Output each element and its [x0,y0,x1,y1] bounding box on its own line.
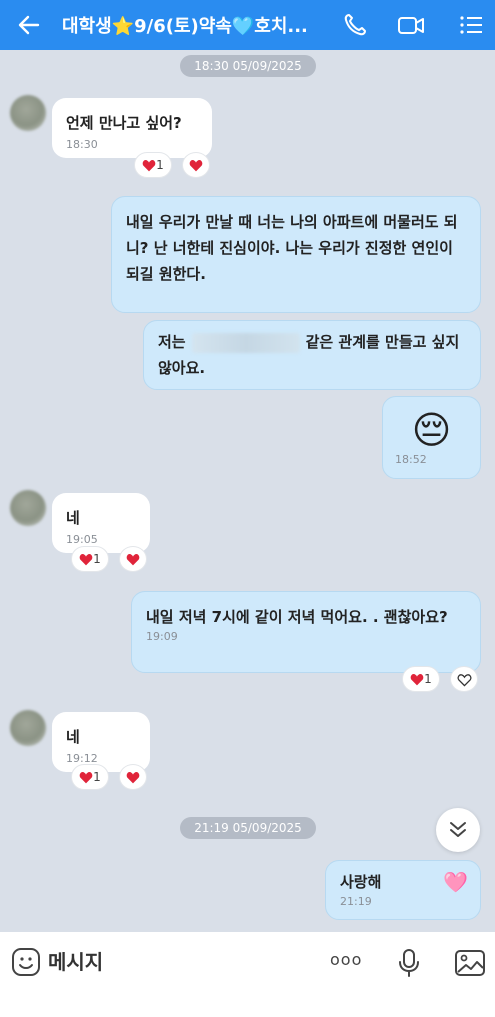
reaction-heart-count[interactable]: 1 [402,666,440,692]
message-bubble-incoming[interactable]: 네 19:05 [52,493,150,553]
chevron-double-down-icon [450,822,466,837]
message-text-before: 저는 [158,333,186,351]
message-bubble-incoming[interactable]: 언제 만나고 싶어? 18:30 [52,98,212,158]
message-time: 19:12 [66,752,98,765]
chat-title[interactable]: 대학생⭐9/6(토)약속🩵호치... [62,12,312,38]
heart-icon [126,772,140,784]
message-time: 19:09 [146,630,178,643]
pensive-face-emoji: 😔 [411,408,452,452]
message-bubble-incoming[interactable]: 네 19:12 [52,712,150,772]
heart-outline-icon [457,673,471,687]
reaction-heart-count[interactable]: 1 [134,152,172,178]
pink-heart-emoji: 🩷 [443,870,468,894]
message-bubble-outgoing[interactable]: 😔 18:52 [382,396,481,479]
reaction-heart-count[interactable]: 1 [71,764,109,790]
message-text: 사랑해 [340,873,382,891]
heart-icon [79,554,93,566]
avatar[interactable] [10,490,46,526]
reaction-count: 1 [93,552,101,566]
reaction-heart-count[interactable]: 1 [71,546,109,572]
image-icon[interactable] [453,946,487,980]
message-text: 언제 만나고 싶어? [66,114,182,132]
menu-icon[interactable] [456,10,486,40]
reaction-count: 1 [93,770,101,784]
message-text: 네 [66,509,80,527]
heart-icon [79,772,93,784]
reaction-count: 1 [156,158,164,172]
message-text: 내일 우리가 만날 때 너는 나의 아파트에 머물러도 되니? 난 너한테 진심… [126,213,458,283]
back-arrow-icon[interactable] [14,10,44,40]
heart-icon [410,674,424,686]
message-time: 21:19 [340,895,372,908]
heart-icon [189,160,203,172]
message-bubble-outgoing[interactable]: 사랑해 🩷 21:19 [325,860,481,920]
message-time: 18:52 [395,453,427,466]
smile-icon[interactable] [10,946,42,978]
chat-area[interactable]: 18:30 05/09/2025 언제 만나고 싶어? 18:30 1 내일 우… [0,50,495,932]
message-time: 18:30 [66,138,98,151]
heart-icon [126,554,140,566]
blurred-text [191,332,300,353]
scroll-to-bottom-button[interactable] [436,808,480,852]
message-input[interactable]: 메시지 [48,947,308,977]
message-text: 네 [66,728,80,746]
chat-header: 대학생⭐9/6(토)약속🩵호치... [0,0,495,50]
message-bubble-outgoing[interactable]: 내일 저녁 7시에 같이 저녁 먹어요. . 괜찮아요? 19:09 [131,591,481,673]
message-bubble-outgoing[interactable]: 저는 같은 관계를 만들고 싶지 않아요. [143,320,481,390]
date-separator: 21:19 05/09/2025 [180,817,316,839]
message-bubble-outgoing[interactable]: 내일 우리가 만날 때 너는 나의 아파트에 머물러도 되니? 난 너한테 진심… [111,196,481,313]
reaction-heart[interactable] [182,152,210,178]
phone-icon[interactable] [340,10,370,40]
more-options-button[interactable]: ooo [330,950,362,969]
message-time: 19:05 [66,533,98,546]
video-call-icon[interactable] [396,10,426,40]
avatar[interactable] [10,95,46,131]
date-separator: 18:30 05/09/2025 [180,55,316,77]
heart-icon [142,160,156,172]
reaction-heart[interactable] [119,546,147,572]
reaction-count: 1 [424,672,432,686]
message-input-bar: 메시지 ooo [0,932,495,1017]
message-text: 내일 저녁 7시에 같이 저녁 먹어요. . 괜찮아요? [146,608,448,626]
reaction-add-button[interactable] [450,666,478,692]
microphone-icon[interactable] [392,946,426,980]
reaction-heart[interactable] [119,764,147,790]
avatar[interactable] [10,710,46,746]
